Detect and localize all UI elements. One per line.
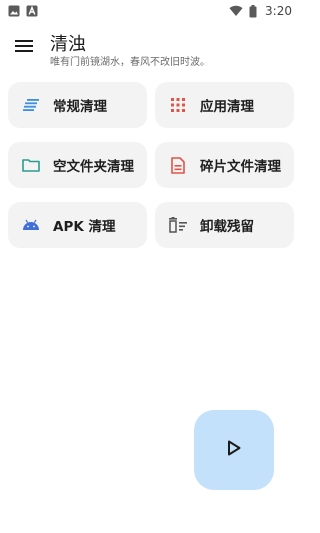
grid-icon — [169, 96, 187, 114]
fragment-file-clean-label: 碎片文件清理 — [200, 159, 281, 175]
apk-clean-label: APK 清理 — [53, 219, 116, 235]
status-time: 3:20 — [265, 4, 292, 18]
regular-clean-button[interactable]: 常规清理 — [8, 82, 147, 128]
app-bar: 清浊 唯有门前镜湖水，春风不改旧时波。 — [0, 26, 300, 72]
play-icon — [226, 440, 242, 460]
empty-folder-clean-label: 空文件夹清理 — [53, 159, 134, 175]
regular-clean-label: 常规清理 — [53, 99, 107, 115]
status-bar: 3:20 — [0, 0, 300, 22]
app-subtitle: 唯有门前镜湖水，春风不改旧时波。 — [50, 57, 210, 68]
fragment-file-clean-button[interactable]: 碎片文件清理 — [155, 142, 294, 188]
document-icon — [169, 156, 187, 174]
action-grid: 常规清理 应用清理 空文件夹清理 碎片文件清理 APK 清理 卸载残留 — [8, 82, 294, 248]
lines-icon — [22, 96, 40, 114]
status-right: 3:20 — [229, 4, 292, 18]
image-icon — [8, 5, 20, 17]
status-left — [8, 5, 38, 17]
wifi-icon — [229, 5, 243, 17]
delete-sweep-icon — [169, 216, 187, 234]
empty-folder-clean-button[interactable]: 空文件夹清理 — [8, 142, 147, 188]
app-clean-button[interactable]: 应用清理 — [155, 82, 294, 128]
apk-clean-button[interactable]: APK 清理 — [8, 202, 147, 248]
battery-icon — [249, 4, 257, 18]
uninstall-residue-label: 卸载残留 — [200, 219, 254, 235]
uninstall-residue-button[interactable]: 卸载残留 — [155, 202, 294, 248]
android-icon — [22, 216, 40, 234]
menu-icon — [15, 38, 33, 57]
menu-button[interactable] — [10, 36, 38, 58]
folder-icon — [22, 156, 40, 174]
text-a-icon — [26, 5, 38, 17]
start-fab-button[interactable] — [194, 410, 274, 490]
app-clean-label: 应用清理 — [200, 99, 254, 115]
